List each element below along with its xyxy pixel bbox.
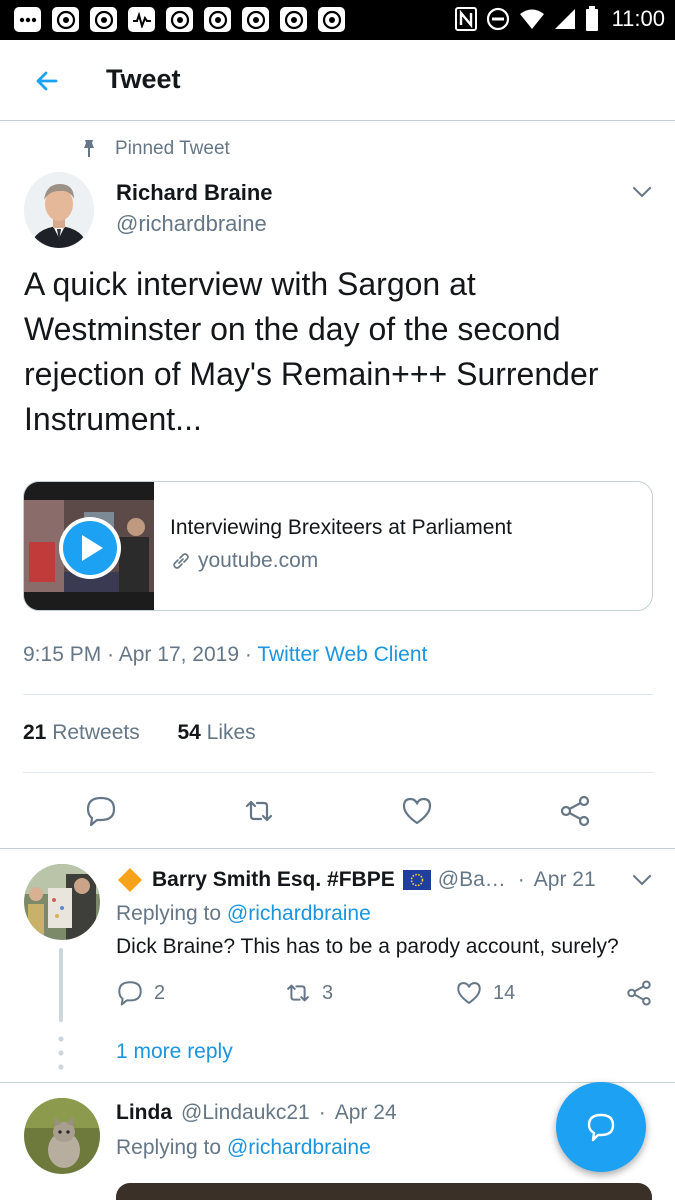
chevron-down-icon[interactable] [630, 868, 654, 892]
reply-author-handle[interactable]: @Ba… [438, 868, 506, 892]
reply-date[interactable]: Apr 21 [534, 868, 596, 892]
tweet-meta: 9:15 PM · Apr 17, 2019 · Twitter Web Cli… [23, 643, 427, 667]
card-title: Interviewing Brexiteers at Parliament [170, 516, 512, 539]
tweet-text: A quick interview with Sargon at Westmin… [24, 266, 599, 437]
replying-to-label: Replying to [116, 1136, 222, 1159]
retweet-icon [287, 984, 309, 1002]
wifi-icon [519, 9, 544, 29]
tweet-stats: 21 Retweets 54 Likes [23, 721, 256, 745]
pin-icon [84, 140, 94, 157]
tweet-date: Apr 17, 2019 [118, 643, 240, 666]
back-arrow-icon[interactable] [30, 64, 64, 98]
reply-like-count: 14 [493, 981, 516, 1004]
divider [0, 848, 675, 849]
share-icon [627, 980, 651, 1006]
reply-like-action[interactable]: 14 [455, 979, 515, 1007]
eu-flag-icon [402, 870, 431, 890]
divider [23, 772, 653, 773]
nfc-icon [454, 7, 477, 31]
chrome-icon [318, 7, 345, 32]
meta-separator: · [244, 643, 252, 666]
retweets-stat[interactable]: 21 Retweets [23, 721, 140, 744]
reply-media-preview[interactable] [116, 1183, 652, 1200]
author-avatar[interactable] [24, 172, 94, 248]
like-icon[interactable] [400, 794, 434, 828]
messages-icon [14, 7, 41, 32]
chrome-icon [204, 7, 231, 32]
system-icons: 11:00 [454, 6, 665, 32]
chrome-icon [280, 7, 307, 32]
replying-to-label: Replying to [116, 902, 222, 925]
replying-to: Replying to @richardbraine [116, 902, 371, 926]
reply-icon[interactable] [84, 794, 118, 828]
app-header: Tweet [0, 40, 675, 121]
replying-to-handle[interactable]: @richardbraine [227, 902, 371, 925]
like-icon [457, 982, 481, 1004]
link-card[interactable]: Interviewing Brexiteers at Parliament yo… [23, 481, 653, 611]
reply-avatar[interactable] [24, 864, 100, 940]
likes-label: Likes [206, 721, 256, 744]
reply-author-name[interactable]: Barry Smith Esq. #FBPE [152, 868, 395, 892]
replying-to-handle[interactable]: @richardbraine [227, 1136, 371, 1159]
reply-icon [118, 981, 142, 1006]
chrome-icon [52, 7, 79, 32]
retweet-icon[interactable] [242, 794, 276, 828]
tweet-time: 9:15 PM [23, 643, 102, 666]
card-domain: youtube.com [170, 549, 318, 573]
reply-text: Dick Braine? This has to be a parody acc… [116, 935, 619, 958]
compose-reply-button[interactable] [556, 1082, 646, 1172]
reply-header: Linda @Lindaukc21 · Apr 24 [116, 1101, 397, 1125]
chrome-icon [90, 7, 117, 32]
likes-count: 54 [177, 721, 201, 744]
card-domain-text: youtube.com [198, 549, 319, 572]
chrome-icon [166, 7, 193, 32]
status-time: 11:00 [611, 6, 665, 31]
reply-author-handle[interactable]: @Lindaukc21 [181, 1101, 310, 1125]
pinned-label: Pinned Tweet [115, 138, 230, 159]
tweet-client-link[interactable]: Twitter Web Client [257, 643, 427, 666]
share-icon[interactable] [558, 794, 592, 828]
more-replies-link[interactable]: 1 more reply [116, 1040, 233, 1064]
author-name[interactable]: Richard Braine [116, 180, 273, 206]
chevron-down-icon[interactable] [630, 180, 654, 204]
retweets-label: Retweets [52, 721, 140, 744]
reply-reply-count: 2 [154, 981, 166, 1004]
thread-dots-icon [58, 1036, 64, 1070]
link-icon [173, 553, 189, 569]
reply-date[interactable]: Apr 24 [335, 1101, 397, 1125]
battery-icon [585, 6, 598, 31]
reply-reply-action[interactable]: 2 [116, 979, 165, 1007]
reply-retweet-action[interactable]: 3 [284, 979, 333, 1007]
replying-to: Replying to @richardbraine [116, 1136, 371, 1160]
notification-icons [14, 7, 345, 32]
video-thumbnail [24, 482, 154, 610]
do-not-disturb-icon [486, 7, 509, 31]
divider [0, 1082, 675, 1083]
tweet-actions [0, 791, 675, 831]
orange-diamond-icon [118, 868, 142, 892]
likes-stat[interactable]: 54 Likes [177, 721, 255, 744]
reply-share-action[interactable] [625, 979, 653, 1007]
reply-header: Barry Smith Esq. #FBPE @Ba… · Apr 21 [116, 866, 596, 894]
pinned-indicator: Pinned Tweet [80, 138, 230, 160]
reply-avatar[interactable] [24, 1098, 100, 1174]
reply-author-name[interactable]: Linda [116, 1101, 172, 1125]
speech-bubble-icon [587, 1113, 615, 1142]
signal-icon [554, 9, 575, 29]
retweets-count: 21 [23, 721, 47, 744]
divider [23, 694, 653, 695]
thread-line [59, 948, 63, 1022]
author-handle[interactable]: @richardbraine [116, 211, 267, 237]
activity-icon [128, 7, 155, 32]
chrome-icon [242, 7, 269, 32]
reply-retweet-count: 3 [322, 981, 334, 1004]
page-title: Tweet [106, 64, 181, 94]
meta-separator: · [107, 643, 115, 666]
status-bar: 11:00 [0, 0, 675, 40]
